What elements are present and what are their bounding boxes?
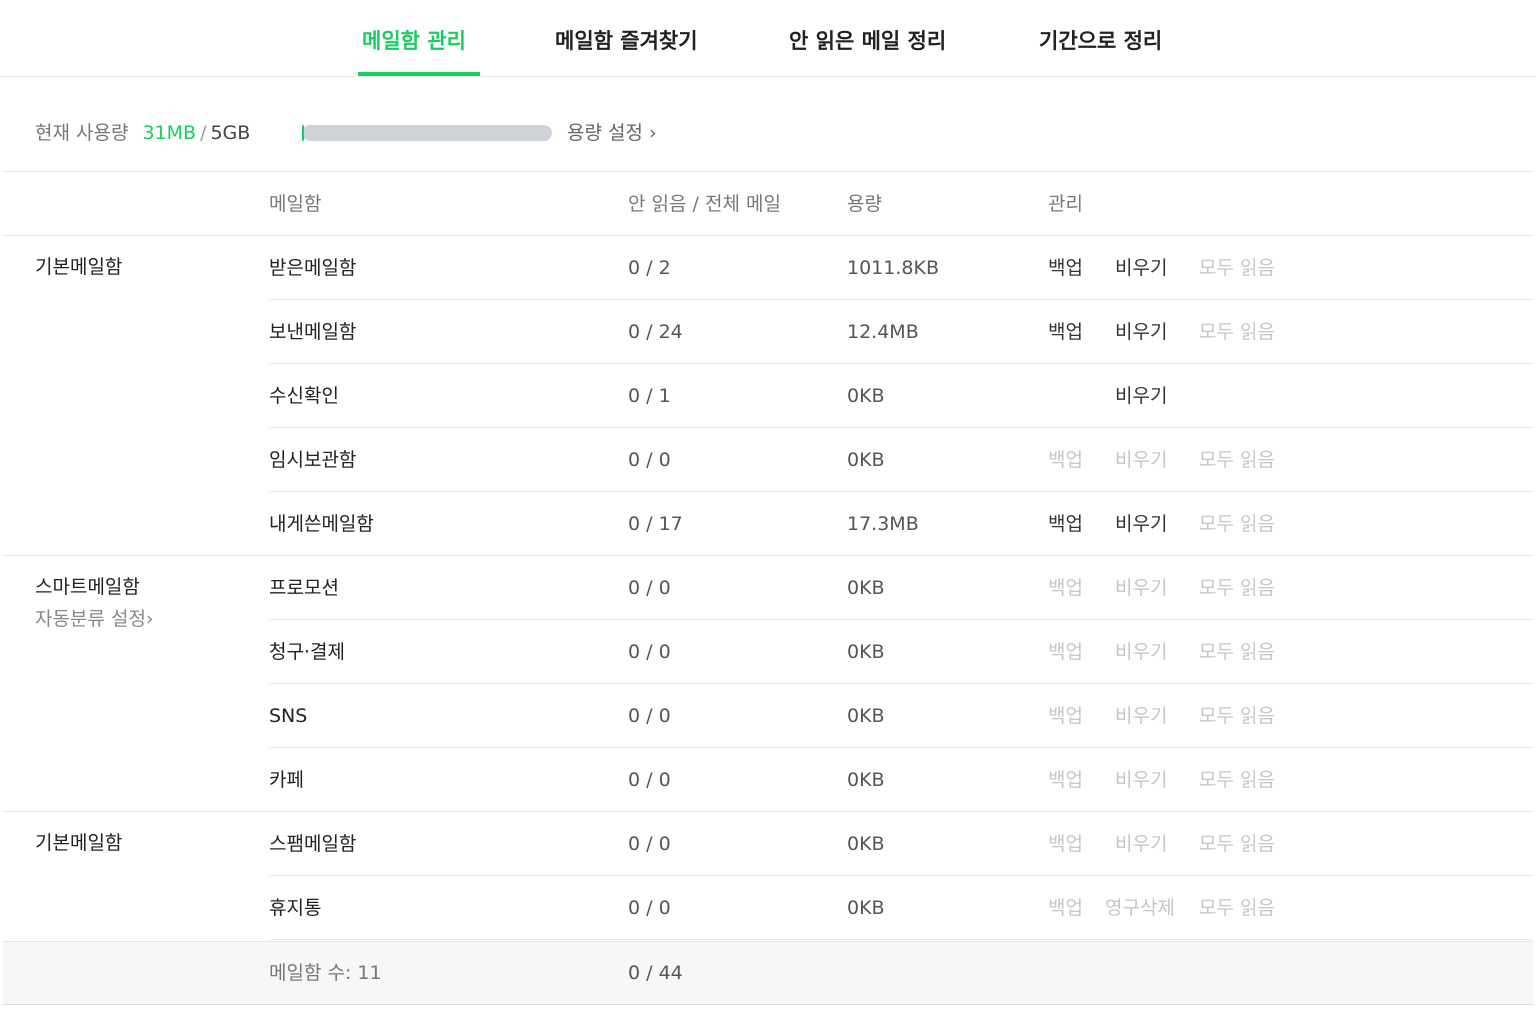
action-empty-button[interactable]: 비우기 — [1115, 445, 1167, 475]
mailbox-name[interactable]: SNS — [269, 701, 307, 731]
mail-count: 0 / 1 — [628, 385, 671, 407]
header-manage: 관리 — [1048, 193, 1083, 215]
mail-count: 0 / 0 — [628, 641, 671, 663]
action-empty-button[interactable]: 비우기 — [1115, 765, 1167, 795]
mailbox-size: 12.4MB — [847, 321, 919, 343]
header-size: 용량 — [847, 193, 882, 215]
action-backup-button[interactable]: 백업 — [1048, 701, 1083, 731]
usage-label: 현재 사용량 — [35, 122, 129, 144]
action-backup-button[interactable]: 백업 — [1048, 765, 1083, 795]
action-mark-all-read-button[interactable]: 모두 읽음 — [1199, 253, 1275, 283]
tab-period-cleanup[interactable]: 기간으로 정리 — [1039, 26, 1162, 56]
usage-total: 5GB — [210, 122, 251, 144]
action-mark-all-read-button[interactable]: 모두 읽음 — [1199, 637, 1275, 667]
tab-unread-cleanup[interactable]: 안 읽은 메일 정리 — [789, 26, 946, 56]
footer-total-count: 0 / 44 — [628, 962, 683, 984]
tab-mailbox-manage[interactable]: 메일함 관리 — [362, 26, 466, 56]
table-row: 스팸메일함 0 / 0 0KB 백업 비우기 모두 읽음 — [0, 812, 1536, 876]
action-empty-button[interactable]: 비우기 — [1115, 253, 1167, 283]
mail-count: 0 / 0 — [628, 833, 671, 855]
table-row: 청구·결제 0 / 0 0KB 백업 비우기 모두 읽음 — [0, 620, 1536, 684]
action-mark-all-read-button[interactable]: 모두 읽음 — [1199, 445, 1275, 475]
action-empty-button[interactable]: 비우기 — [1115, 381, 1167, 411]
action-backup-button[interactable]: 백업 — [1048, 637, 1083, 667]
usage-progress-fill — [302, 125, 304, 141]
action-backup-button[interactable]: 백업 — [1048, 445, 1083, 475]
action-mark-all-read-button[interactable]: 모두 읽음 — [1199, 509, 1275, 539]
header-mailbox: 메일함 — [269, 193, 322, 215]
action-empty-button[interactable]: 비우기 — [1115, 573, 1167, 603]
action-mark-all-read-button[interactable]: 모두 읽음 — [1199, 829, 1275, 859]
action-mark-all-read-button[interactable]: 모두 읽음 — [1199, 573, 1275, 603]
usage-separator: / — [200, 122, 207, 144]
table-row: 받은메일함 0 / 2 1011.8KB 백업 비우기 모두 읽음 — [0, 236, 1536, 300]
action-backup-button[interactable]: 백업 — [1048, 253, 1083, 283]
mail-count: 0 / 24 — [628, 321, 683, 343]
tab-bar: 메일함 관리 메일함 즐겨찾기 안 읽은 메일 정리 기간으로 정리 — [0, 0, 1536, 77]
capacity-settings-link[interactable]: 용량 설정 › — [567, 118, 657, 148]
table-row: 카페 0 / 0 0KB 백업 비우기 모두 읽음 — [0, 748, 1536, 812]
mail-count: 0 / 0 — [628, 705, 671, 727]
action-delete-permanently-button[interactable]: 영구삭제 — [1105, 893, 1175, 923]
mailbox-size: 0KB — [847, 449, 885, 471]
mailbox-size: 1011.8KB — [847, 257, 939, 279]
mailbox-name[interactable]: 프로모션 — [269, 573, 339, 603]
mailbox-size: 0KB — [847, 769, 885, 791]
mailbox-name[interactable]: 휴지통 — [269, 893, 321, 923]
mailbox-name[interactable]: 수신확인 — [269, 381, 339, 411]
action-backup-button[interactable]: 백업 — [1048, 893, 1083, 923]
table-row: 보낸메일함 0 / 24 12.4MB 백업 비우기 모두 읽음 — [0, 300, 1536, 364]
mailbox-size: 0KB — [847, 385, 885, 407]
action-mark-all-read-button[interactable]: 모두 읽음 — [1199, 893, 1275, 923]
usage-progress-bar — [302, 125, 552, 141]
mailbox-name[interactable]: 받은메일함 — [269, 253, 356, 283]
mailbox-name[interactable]: 내게쓴메일함 — [269, 509, 374, 539]
action-empty-button[interactable]: 비우기 — [1115, 509, 1167, 539]
action-backup-button[interactable]: 백업 — [1048, 829, 1083, 859]
action-backup-button[interactable]: 백업 — [1048, 573, 1083, 603]
footer-mailbox-count: 메일함 수: 11 — [269, 962, 382, 984]
action-mark-all-read-button[interactable]: 모두 읽음 — [1199, 765, 1275, 795]
mail-count: 0 / 0 — [628, 577, 671, 599]
action-empty-button[interactable]: 비우기 — [1115, 317, 1167, 347]
action-empty-button[interactable]: 비우기 — [1115, 829, 1167, 859]
action-empty-button[interactable]: 비우기 — [1115, 637, 1167, 667]
table-row: SNS 0 / 0 0KB 백업 비우기 모두 읽음 — [0, 684, 1536, 748]
table-row: 프로모션 0 / 0 0KB 백업 비우기 모두 읽음 — [0, 556, 1536, 620]
mail-count: 0 / 0 — [628, 897, 671, 919]
section-divider — [3, 171, 1533, 172]
table-row: 임시보관함 0 / 0 0KB 백업 비우기 모두 읽음 — [0, 428, 1536, 492]
mailbox-size: 0KB — [847, 577, 885, 599]
mailbox-size: 0KB — [847, 705, 885, 727]
table-footer: 메일함 수: 11 0 / 44 — [3, 941, 1533, 1005]
mailbox-name[interactable]: 임시보관함 — [269, 445, 356, 475]
mailbox-name[interactable]: 카페 — [269, 765, 304, 795]
action-mark-all-read-button[interactable]: 모두 읽음 — [1199, 317, 1275, 347]
mailbox-size: 0KB — [847, 833, 885, 855]
table-row: 내게쓴메일함 0 / 17 17.3MB 백업 비우기 모두 읽음 — [0, 492, 1536, 556]
usage-summary: 현재 사용량 31MB/5GB — [35, 118, 250, 148]
mail-count: 0 / 0 — [628, 449, 671, 471]
header-count: 안 읽음 / 전체 메일 — [628, 193, 781, 215]
mailbox-name[interactable]: 스팸메일함 — [269, 829, 356, 859]
mail-count: 0 / 0 — [628, 769, 671, 791]
tab-mailbox-favorites[interactable]: 메일함 즐겨찾기 — [555, 26, 698, 56]
action-empty-button[interactable]: 비우기 — [1115, 701, 1167, 731]
mailbox-size: 17.3MB — [847, 513, 919, 535]
usage-used: 31MB — [142, 122, 197, 144]
action-backup-button[interactable]: 백업 — [1048, 317, 1083, 347]
mailbox-size: 0KB — [847, 897, 885, 919]
action-backup-button[interactable]: 백업 — [1048, 509, 1083, 539]
table-row: 수신확인 0 / 1 0KB 비우기 — [0, 364, 1536, 428]
mail-count: 0 / 2 — [628, 257, 671, 279]
mailbox-name[interactable]: 보낸메일함 — [269, 317, 356, 347]
action-mark-all-read-button[interactable]: 모두 읽음 — [1199, 701, 1275, 731]
row-divider — [269, 939, 1533, 940]
mail-count: 0 / 17 — [628, 513, 683, 535]
table-row: 휴지통 0 / 0 0KB 백업 영구삭제 모두 읽음 — [0, 876, 1536, 940]
mailbox-name[interactable]: 청구·결제 — [269, 637, 345, 667]
mailbox-size: 0KB — [847, 641, 885, 663]
active-tab-indicator — [358, 72, 480, 76]
